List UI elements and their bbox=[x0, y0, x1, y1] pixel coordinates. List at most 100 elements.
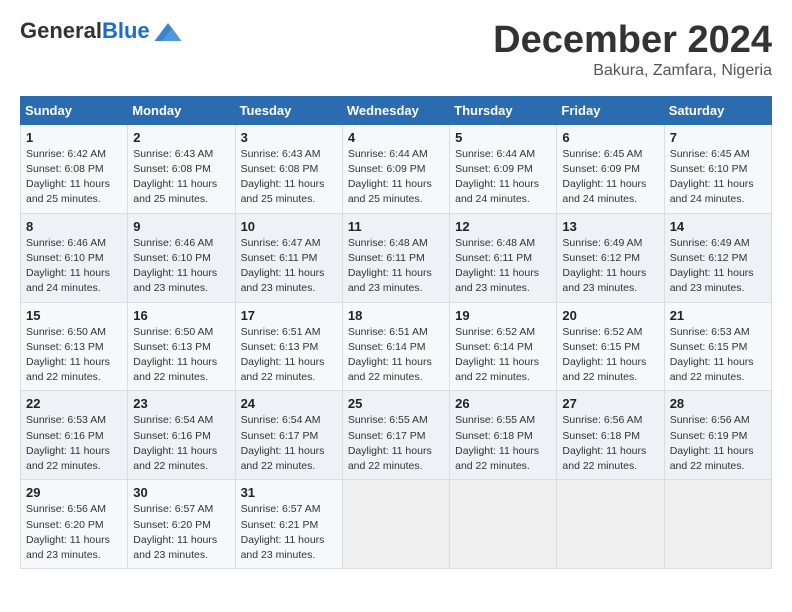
day-number: 17 bbox=[241, 308, 337, 323]
calendar-cell: 12 Sunrise: 6:48 AMSunset: 6:11 PMDayligh… bbox=[450, 213, 557, 302]
calendar-cell: 25 Sunrise: 6:55 AMSunset: 6:17 PMDayligh… bbox=[342, 391, 449, 480]
logo-general: General bbox=[20, 18, 102, 43]
day-info: Sunrise: 6:46 AMSunset: 6:10 PMDaylight:… bbox=[133, 236, 229, 297]
title-block: December 2024 Bakura, Zamfara, Nigeria bbox=[493, 20, 772, 80]
logo-icon bbox=[154, 23, 182, 41]
day-info: Sunrise: 6:51 AMSunset: 6:13 PMDaylight:… bbox=[241, 325, 337, 386]
day-of-week-saturday: Saturday bbox=[664, 96, 771, 124]
day-number: 27 bbox=[562, 396, 658, 411]
day-number: 12 bbox=[455, 219, 551, 234]
day-of-week-thursday: Thursday bbox=[450, 96, 557, 124]
calendar-cell: 10Sunrise: 6:47 AMSunset: 6:11 PMDayligh… bbox=[235, 213, 342, 302]
calendar-cell: 18Sunrise: 6:51 AMSunset: 6:14 PMDayligh… bbox=[342, 302, 449, 391]
day-info: Sunrise: 6:51 AMSunset: 6:14 PMDaylight:… bbox=[348, 325, 444, 386]
day-info: Sunrise: 6:54 AMSunset: 6:17 PMDaylight:… bbox=[241, 413, 337, 474]
day-of-week-friday: Friday bbox=[557, 96, 664, 124]
day-number: 3 bbox=[241, 130, 337, 145]
calendar-cell: 20 Sunrise: 6:52 AMSunset: 6:15 PMDayligh… bbox=[557, 302, 664, 391]
calendar-cell: 24 Sunrise: 6:54 AMSunset: 6:17 PMDayligh… bbox=[235, 391, 342, 480]
day-info: Sunrise: 6:55 AMSunset: 6:17 PMDaylight:… bbox=[348, 413, 444, 474]
day-number: 2 bbox=[133, 130, 229, 145]
day-number: 1 bbox=[26, 130, 122, 145]
day-info: Sunrise: 6:42 AMSunset: 6:08 PMDaylight:… bbox=[26, 147, 122, 208]
day-info: Sunrise: 6:56 AMSunset: 6:19 PMDaylight:… bbox=[670, 413, 766, 474]
day-of-week-tuesday: Tuesday bbox=[235, 96, 342, 124]
day-number: 5 bbox=[455, 130, 551, 145]
day-number: 26 bbox=[455, 396, 551, 411]
calendar-week-4: 22 Sunrise: 6:53 AMSunset: 6:16 PMDayligh… bbox=[21, 391, 772, 480]
day-number: 31 bbox=[241, 485, 337, 500]
location-subtitle: Bakura, Zamfara, Nigeria bbox=[493, 62, 772, 80]
calendar-cell: 6 Sunrise: 6:45 AMSunset: 6:09 PMDaylight… bbox=[557, 124, 664, 213]
calendar-cell: 31 Sunrise: 6:57 AMSunset: 6:21 PMDayligh… bbox=[235, 480, 342, 569]
day-number: 6 bbox=[562, 130, 658, 145]
day-of-week-sunday: Sunday bbox=[21, 96, 128, 124]
calendar-week-5: 29Sunrise: 6:56 AMSunset: 6:20 PMDayligh… bbox=[21, 480, 772, 569]
day-info: Sunrise: 6:46 AMSunset: 6:10 PMDaylight:… bbox=[26, 236, 122, 297]
calendar-cell: 14Sunrise: 6:49 AMSunset: 6:12 PMDayligh… bbox=[664, 213, 771, 302]
day-number: 29 bbox=[26, 485, 122, 500]
day-number: 7 bbox=[670, 130, 766, 145]
day-of-week-wednesday: Wednesday bbox=[342, 96, 449, 124]
logo-blue: Blue bbox=[102, 18, 150, 43]
calendar-table: SundayMondayTuesdayWednesdayThursdayFrid… bbox=[20, 96, 772, 569]
day-number: 15 bbox=[26, 308, 122, 323]
day-info: Sunrise: 6:52 AMSunset: 6:14 PMDaylight:… bbox=[455, 325, 551, 386]
day-info: Sunrise: 6:56 AMSunset: 6:18 PMDaylight:… bbox=[562, 413, 658, 474]
calendar-cell: 11 Sunrise: 6:48 AMSunset: 6:11 PMDayligh… bbox=[342, 213, 449, 302]
calendar-cell: 30 Sunrise: 6:57 AMSunset: 6:20 PMDayligh… bbox=[128, 480, 235, 569]
day-info: Sunrise: 6:53 AMSunset: 6:15 PMDaylight:… bbox=[670, 325, 766, 386]
day-number: 22 bbox=[26, 396, 122, 411]
calendar-cell: 28 Sunrise: 6:56 AMSunset: 6:19 PMDayligh… bbox=[664, 391, 771, 480]
calendar-cell: 21Sunrise: 6:53 AMSunset: 6:15 PMDayligh… bbox=[664, 302, 771, 391]
day-info: Sunrise: 6:45 AMSunset: 6:10 PMDaylight:… bbox=[670, 147, 766, 208]
calendar-week-1: 1 Sunrise: 6:42 AMSunset: 6:08 PMDaylight… bbox=[21, 124, 772, 213]
calendar-cell: 19Sunrise: 6:52 AMSunset: 6:14 PMDayligh… bbox=[450, 302, 557, 391]
day-number: 13 bbox=[562, 219, 658, 234]
day-info: Sunrise: 6:45 AMSunset: 6:09 PMDaylight:… bbox=[562, 147, 658, 208]
day-info: Sunrise: 6:52 AMSunset: 6:15 PMDaylight:… bbox=[562, 325, 658, 386]
calendar-week-3: 15 Sunrise: 6:50 AMSunset: 6:13 PMDayligh… bbox=[21, 302, 772, 391]
calendar-cell: 5 Sunrise: 6:44 AMSunset: 6:09 PMDaylight… bbox=[450, 124, 557, 213]
logo: GeneralBlue bbox=[20, 20, 182, 42]
day-info: Sunrise: 6:49 AMSunset: 6:12 PMDaylight:… bbox=[670, 236, 766, 297]
day-info: Sunrise: 6:57 AMSunset: 6:20 PMDaylight:… bbox=[133, 502, 229, 563]
day-info: Sunrise: 6:44 AMSunset: 6:09 PMDaylight:… bbox=[348, 147, 444, 208]
day-info: Sunrise: 6:48 AMSunset: 6:11 PMDaylight:… bbox=[455, 236, 551, 297]
day-info: Sunrise: 6:43 AMSunset: 6:08 PMDaylight:… bbox=[133, 147, 229, 208]
calendar-cell: 9Sunrise: 6:46 AMSunset: 6:10 PMDaylight… bbox=[128, 213, 235, 302]
day-info: Sunrise: 6:50 AMSunset: 6:13 PMDaylight:… bbox=[133, 325, 229, 386]
day-number: 10 bbox=[241, 219, 337, 234]
day-info: Sunrise: 6:48 AMSunset: 6:11 PMDaylight:… bbox=[348, 236, 444, 297]
calendar-cell: 3 Sunrise: 6:43 AMSunset: 6:08 PMDaylight… bbox=[235, 124, 342, 213]
calendar-cell bbox=[342, 480, 449, 569]
calendar-week-2: 8 Sunrise: 6:46 AMSunset: 6:10 PMDaylight… bbox=[21, 213, 772, 302]
day-info: Sunrise: 6:50 AMSunset: 6:13 PMDaylight:… bbox=[26, 325, 122, 386]
calendar-cell: 15 Sunrise: 6:50 AMSunset: 6:13 PMDayligh… bbox=[21, 302, 128, 391]
day-info: Sunrise: 6:53 AMSunset: 6:16 PMDaylight:… bbox=[26, 413, 122, 474]
calendar-cell: 17 Sunrise: 6:51 AMSunset: 6:13 PMDayligh… bbox=[235, 302, 342, 391]
calendar-cell: 2 Sunrise: 6:43 AMSunset: 6:08 PMDaylight… bbox=[128, 124, 235, 213]
day-info: Sunrise: 6:57 AMSunset: 6:21 PMDaylight:… bbox=[241, 502, 337, 563]
day-number: 20 bbox=[562, 308, 658, 323]
month-title: December 2024 bbox=[493, 20, 772, 62]
day-number: 4 bbox=[348, 130, 444, 145]
day-info: Sunrise: 6:43 AMSunset: 6:08 PMDaylight:… bbox=[241, 147, 337, 208]
calendar-cell: 13Sunrise: 6:49 AMSunset: 6:12 PMDayligh… bbox=[557, 213, 664, 302]
day-number: 30 bbox=[133, 485, 229, 500]
calendar-cell: 27 Sunrise: 6:56 AMSunset: 6:18 PMDayligh… bbox=[557, 391, 664, 480]
calendar-cell: 8 Sunrise: 6:46 AMSunset: 6:10 PMDaylight… bbox=[21, 213, 128, 302]
calendar-cell: 1 Sunrise: 6:42 AMSunset: 6:08 PMDaylight… bbox=[21, 124, 128, 213]
calendar-header: SundayMondayTuesdayWednesdayThursdayFrid… bbox=[21, 96, 772, 124]
day-number: 28 bbox=[670, 396, 766, 411]
day-number: 8 bbox=[26, 219, 122, 234]
calendar-cell: 16Sunrise: 6:50 AMSunset: 6:13 PMDayligh… bbox=[128, 302, 235, 391]
calendar-cell: 29Sunrise: 6:56 AMSunset: 6:20 PMDayligh… bbox=[21, 480, 128, 569]
day-info: Sunrise: 6:44 AMSunset: 6:09 PMDaylight:… bbox=[455, 147, 551, 208]
day-number: 25 bbox=[348, 396, 444, 411]
calendar-cell bbox=[557, 480, 664, 569]
day-number: 23 bbox=[133, 396, 229, 411]
day-number: 24 bbox=[241, 396, 337, 411]
calendar-cell: 7 Sunrise: 6:45 AMSunset: 6:10 PMDaylight… bbox=[664, 124, 771, 213]
day-number: 11 bbox=[348, 219, 444, 234]
